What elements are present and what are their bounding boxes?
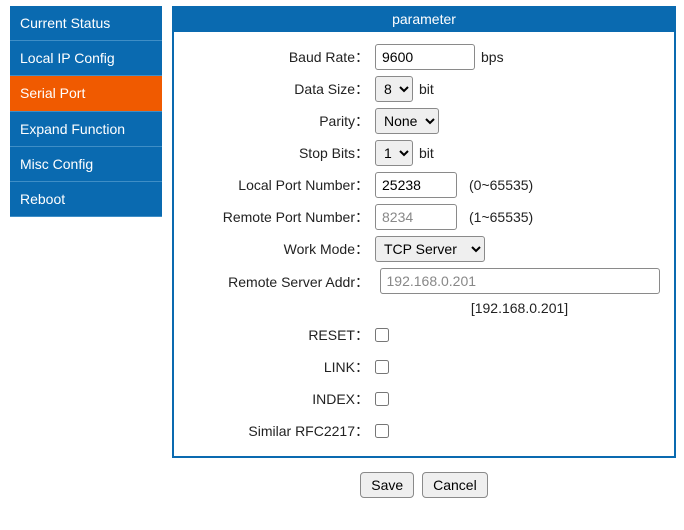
remote-addr-extra: [192.168.0.201] — [471, 300, 568, 316]
data-size-unit: bit — [417, 81, 434, 97]
index-checkbox[interactable] — [375, 392, 389, 406]
remote-addr-input[interactable] — [380, 268, 660, 294]
parity-label: Parity — [180, 111, 375, 131]
panel-title: parameter — [174, 8, 674, 32]
rfc2217-checkbox[interactable] — [375, 424, 389, 438]
rfc2217-label: Similar RFC2217 — [180, 421, 375, 441]
stop-bits-select[interactable]: 1 — [375, 140, 413, 166]
remote-addr-label: Remote Server Addr — [180, 268, 375, 292]
reset-checkbox[interactable] — [375, 328, 389, 342]
sidebar-item-label: Current Status — [20, 15, 110, 31]
panel-body: Baud Rate bps Data Size 8 bit Parity — [174, 32, 674, 456]
data-size-select[interactable]: 8 — [375, 76, 413, 102]
sidebar-item-expand-function[interactable]: Expand Function — [10, 112, 162, 147]
baud-rate-unit: bps — [479, 49, 504, 65]
baud-rate-label: Baud Rate — [180, 47, 375, 67]
sidebar-item-serial-port[interactable]: Serial Port — [10, 76, 162, 111]
index-label: INDEX — [180, 389, 375, 409]
sidebar-item-reboot[interactable]: Reboot — [10, 182, 162, 217]
parameter-panel: parameter Baud Rate bps Data Size 8 bit — [172, 6, 676, 458]
data-size-label: Data Size — [180, 79, 375, 99]
sidebar-item-label: Serial Port — [20, 85, 85, 101]
sidebar-item-current-status[interactable]: Current Status — [10, 6, 162, 41]
sidebar-item-label: Expand Function — [20, 121, 125, 137]
local-port-hint: (0~65535) — [461, 177, 533, 193]
reset-label: RESET — [180, 325, 375, 345]
local-port-input[interactable] — [375, 172, 457, 198]
remote-port-hint: (1~65535) — [461, 209, 533, 225]
local-port-label: Local Port Number — [180, 175, 375, 195]
work-mode-select[interactable]: TCP Server — [375, 236, 485, 262]
baud-rate-input[interactable] — [375, 44, 475, 70]
save-button[interactable]: Save — [360, 472, 414, 498]
sidebar-item-label: Reboot — [20, 191, 65, 207]
sidebar-item-label: Local IP Config — [20, 50, 115, 66]
stop-bits-unit: bit — [417, 145, 434, 161]
link-label: LINK — [180, 357, 375, 377]
remote-port-input[interactable] — [375, 204, 457, 230]
remote-port-label: Remote Port Number — [180, 207, 375, 227]
button-bar: Save Cancel — [172, 472, 676, 498]
stop-bits-label: Stop Bits — [180, 143, 375, 163]
sidebar-item-local-ip[interactable]: Local IP Config — [10, 41, 162, 76]
link-checkbox[interactable] — [375, 360, 389, 374]
sidebar: Current Status Local IP Config Serial Po… — [10, 6, 162, 520]
content-area: parameter Baud Rate bps Data Size 8 bit — [162, 6, 676, 520]
sidebar-item-label: Misc Config — [20, 156, 93, 172]
sidebar-item-misc-config[interactable]: Misc Config — [10, 147, 162, 182]
work-mode-label: Work Mode — [180, 239, 375, 259]
cancel-button[interactable]: Cancel — [422, 472, 488, 498]
parity-select[interactable]: None — [375, 108, 439, 134]
